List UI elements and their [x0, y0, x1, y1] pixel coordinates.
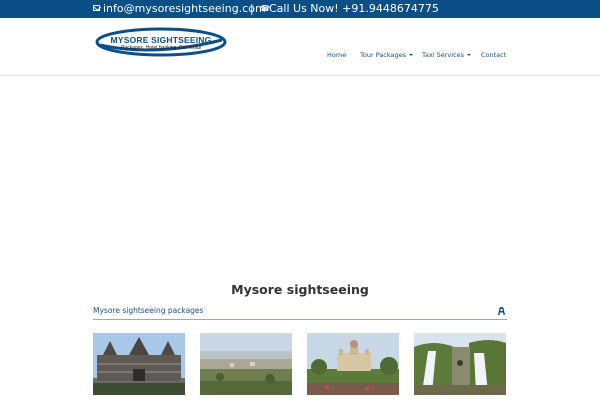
section-title: Mysore sightseeing packages — [93, 306, 204, 315]
section-header: Mysore sightseeing packages — [93, 306, 507, 320]
nav-tour-packages[interactable]: Tour Packages — [360, 51, 414, 59]
nav-tour-packages-label: Tour Packages — [360, 51, 407, 59]
contact-separator: | — [250, 2, 254, 15]
package-thumbnail-temple[interactable] — [93, 333, 185, 395]
car-icon — [498, 307, 505, 315]
logo-title: MYSORE SIGHTSEEING — [110, 35, 212, 45]
nav-taxi-services[interactable]: Taxi Services — [422, 51, 472, 59]
chevron-down-icon — [467, 54, 472, 56]
mail-icon — [93, 5, 100, 11]
page-title: Mysore sightseeing — [231, 282, 369, 297]
package-thumbnail-city[interactable] — [200, 333, 292, 395]
nav-home-label: Home — [327, 51, 347, 59]
contact-phone-link[interactable]: Call Us Now! +91.9448674775 — [269, 0, 439, 18]
nav-home[interactable]: Home — [327, 51, 346, 59]
package-thumbnail-waterfalls[interactable] — [414, 333, 506, 395]
logo-subtitle: Packages, Hotel booking, Car rental — [120, 45, 202, 51]
site-logo[interactable]: MYSORE SIGHTSEEING Packages, Hotel booki… — [94, 27, 228, 57]
site-header: MYSORE SIGHTSEEING Packages, Hotel booki… — [0, 18, 600, 76]
chevron-down-icon — [409, 54, 414, 56]
nav-contact[interactable]: Contact — [481, 51, 506, 59]
hero-slider-area — [0, 77, 600, 267]
nav-contact-label: Contact — [481, 51, 507, 59]
contact-bar: info@mysoresightseeing.com | ☎ Call Us N… — [0, 0, 600, 18]
nav-taxi-services-label: Taxi Services — [422, 51, 465, 59]
package-thumbnail-palace[interactable] — [307, 333, 399, 395]
contact-email-link[interactable]: info@mysoresightseeing.com — [103, 0, 266, 18]
